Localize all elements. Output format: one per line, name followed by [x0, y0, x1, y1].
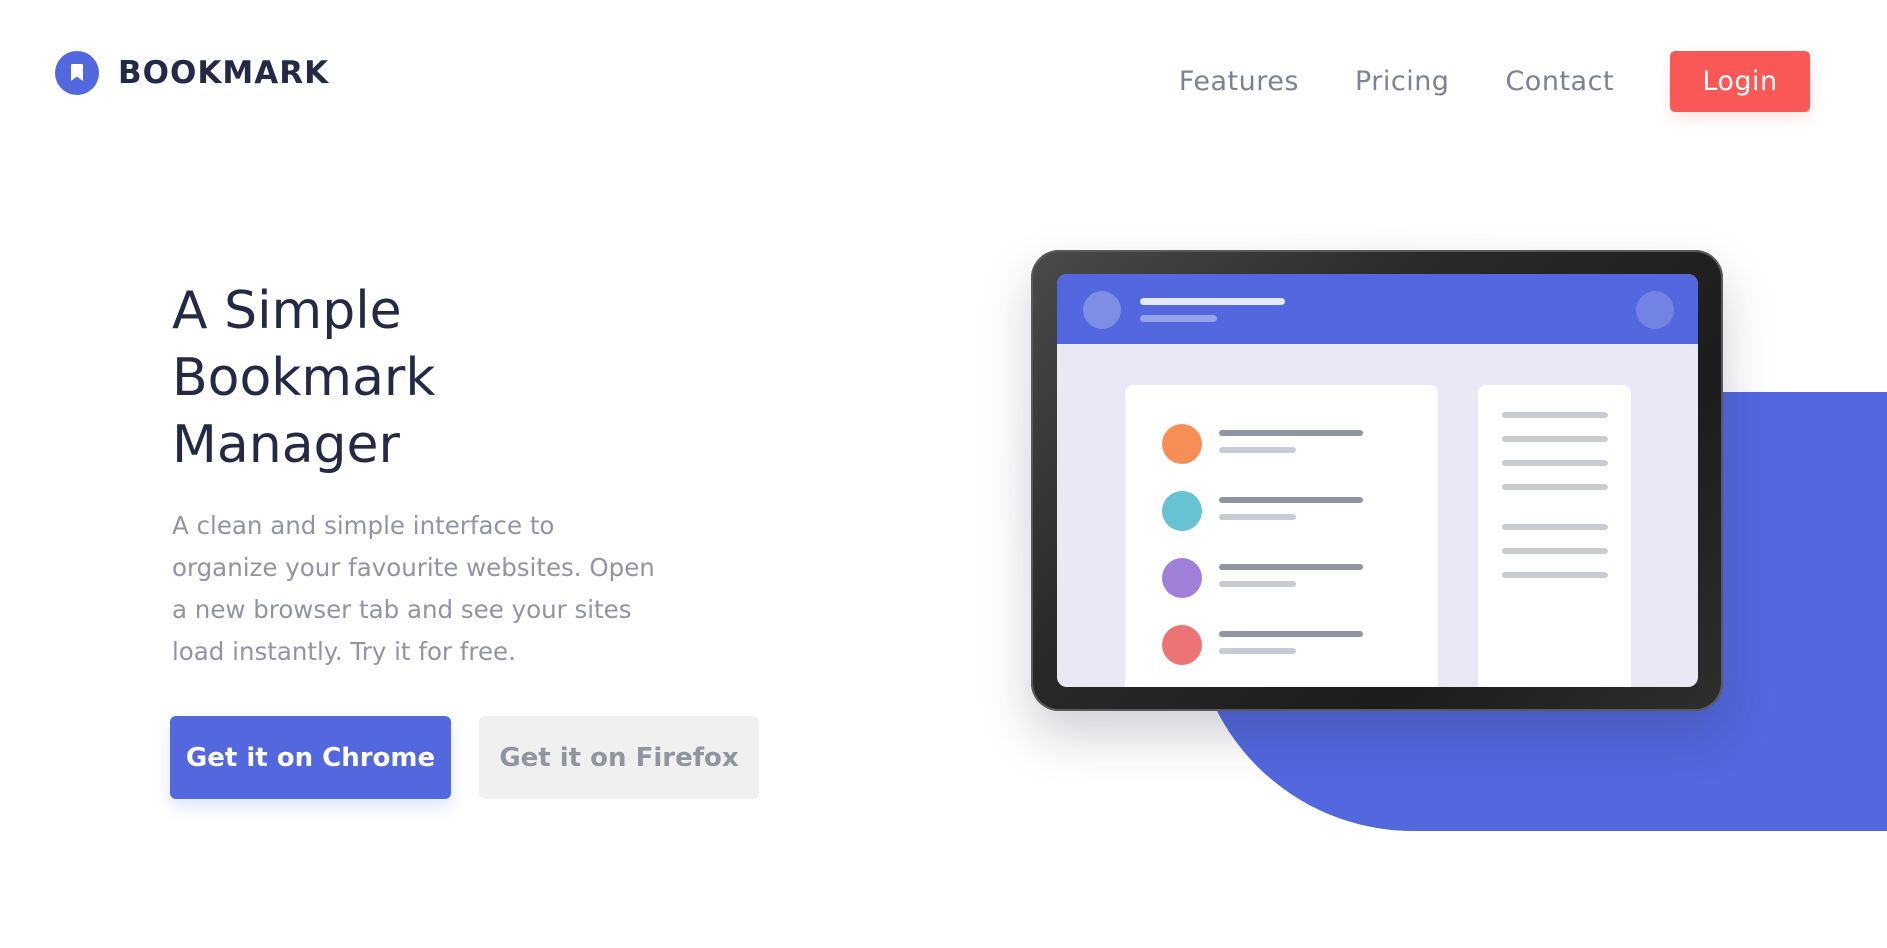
avatar-placeholder-right: [1636, 291, 1674, 329]
hero-description-line: organize your favourite websites. Open: [172, 553, 655, 582]
hero-description-line: load instantly. Try it for free.: [172, 637, 516, 666]
placeholder-line: [1219, 564, 1363, 570]
site-header: BOOKMARK Features Pricing Contact Login: [0, 0, 1887, 160]
hero-description-line: a new browser tab and see your sites: [172, 595, 632, 624]
nav-link-features[interactable]: Features: [1179, 66, 1299, 97]
placeholder-line: [1219, 581, 1296, 587]
avatar-placeholder: [1083, 291, 1121, 329]
placeholder-line: [1140, 315, 1217, 322]
tablet-screen: [1057, 274, 1698, 687]
login-button[interactable]: Login: [1670, 51, 1810, 112]
placeholder-line: [1219, 430, 1363, 436]
placeholder-line: [1219, 631, 1363, 637]
main-nav: Features Pricing Contact Login: [1179, 51, 1810, 112]
placeholder-line: [1502, 460, 1608, 466]
placeholder-line: [1219, 648, 1296, 654]
bookmark-icon: [55, 51, 99, 95]
hero-description-line: A clean and simple interface to: [172, 511, 555, 540]
cta-buttons: Get it on Chrome Get it on Firefox: [170, 716, 759, 799]
screen-header-bar: [1057, 274, 1698, 344]
hero-title-line: Bookmark: [172, 348, 436, 408]
list-dot: [1162, 625, 1202, 665]
hero-title-line: A Simple: [172, 281, 402, 341]
list-dot: [1162, 491, 1202, 531]
bookmark-list-card: [1125, 385, 1438, 687]
nav-link-contact[interactable]: Contact: [1505, 66, 1614, 97]
get-firefox-button[interactable]: Get it on Firefox: [479, 716, 759, 799]
placeholder-line: [1219, 447, 1296, 453]
get-chrome-button[interactable]: Get it on Chrome: [170, 716, 451, 799]
placeholder-line: [1502, 548, 1608, 554]
placeholder-line: [1219, 497, 1363, 503]
placeholder-line: [1502, 572, 1608, 578]
placeholder-line: [1502, 412, 1608, 418]
placeholder-line: [1502, 436, 1608, 442]
placeholder-line: [1219, 514, 1296, 520]
side-panel-card: [1478, 385, 1631, 687]
list-dot: [1162, 424, 1202, 464]
hero-title: A Simple Bookmark Manager: [172, 278, 732, 479]
hero-description: A clean and simple interface to organize…: [172, 505, 702, 673]
placeholder-line: [1502, 524, 1608, 530]
brand-logo[interactable]: BOOKMARK: [55, 50, 329, 96]
placeholder-line: [1140, 298, 1285, 305]
nav-link-pricing[interactable]: Pricing: [1355, 66, 1450, 97]
list-dot: [1162, 558, 1202, 598]
brand-name: BOOKMARK: [118, 55, 330, 91]
hero-title-line: Manager: [172, 415, 400, 475]
placeholder-line: [1502, 484, 1608, 490]
